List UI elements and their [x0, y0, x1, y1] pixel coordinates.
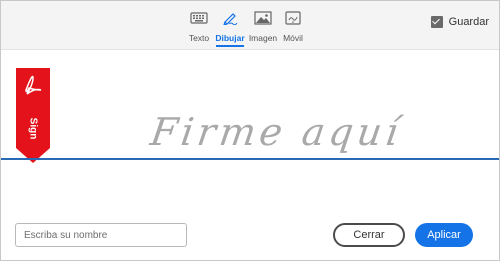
signature-canvas[interactable]: Sign Firme aquí [1, 50, 499, 200]
signature-dialog: Texto Dibujar Imagen Móvil Guardar Sign … [0, 0, 500, 261]
tab-texto[interactable]: Texto [186, 1, 212, 49]
tab-movil-label: Móvil [283, 33, 303, 43]
save-checkbox[interactable] [430, 16, 443, 28]
tab-texto-label: Texto [188, 33, 210, 43]
ribbon-label: Sign [27, 117, 39, 140]
mode-tabs: Texto Dibujar Imagen Móvil [186, 1, 306, 49]
save-toggle[interactable]: Guardar [430, 15, 489, 29]
mobile-icon [285, 11, 301, 25]
tab-movil[interactable]: Móvil [280, 1, 306, 49]
save-label: Guardar [448, 16, 489, 28]
keyboard-icon [190, 12, 208, 24]
close-button[interactable]: Cerrar [333, 223, 405, 247]
tab-imagen[interactable]: Imagen [248, 1, 278, 49]
signature-baseline [1, 158, 499, 160]
tab-dibujar[interactable]: Dibujar [214, 1, 246, 49]
mode-toolbar: Texto Dibujar Imagen Móvil Guardar [1, 1, 499, 50]
ribbon-label-wrap: Sign [16, 68, 50, 152]
name-input[interactable] [15, 223, 187, 247]
tab-dibujar-label: Dibujar [215, 33, 245, 43]
active-tab-indicator [216, 45, 244, 47]
tab-imagen-label: Imagen [248, 33, 278, 43]
apply-button[interactable]: Aplicar [415, 223, 473, 247]
image-icon [254, 11, 272, 25]
sign-here-hint: Firme aquí [147, 110, 405, 154]
pen-icon [223, 13, 238, 25]
